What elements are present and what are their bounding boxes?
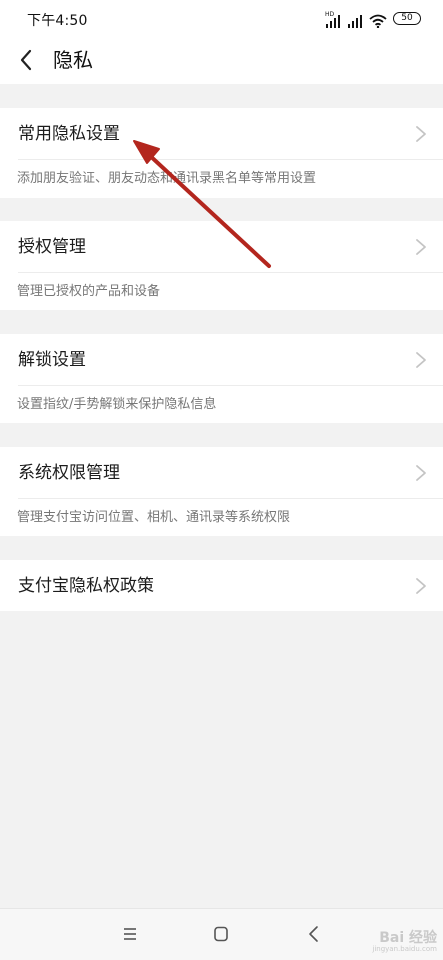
system-nav-bar: Bai 经验 jingyan.baidu.com	[0, 908, 443, 960]
setting-item-label: 常用隐私设置	[18, 124, 120, 144]
divider	[18, 385, 443, 386]
settings-card-system-permissions: 系统权限管理 管理支付宝访问位置、相机、通讯录等系统权限	[0, 447, 443, 536]
chevron-right-icon	[415, 351, 427, 369]
status-icons: HD 50	[325, 9, 421, 29]
watermark-url: jingyan.baidu.com	[372, 945, 437, 954]
setting-item-label: 授权管理	[18, 237, 86, 257]
settings-card-authorization: 授权管理 管理已授权的产品和设备	[0, 221, 443, 310]
authorization-management-item[interactable]: 授权管理	[0, 221, 443, 272]
signal-hd-icon: HD	[325, 11, 341, 28]
hd-label: HD	[325, 11, 335, 18]
settings-card-common-privacy: 常用隐私设置 添加朋友验证、朋友动态和通讯录黑名单等常用设置	[0, 108, 443, 198]
chevron-right-icon	[415, 125, 427, 143]
setting-item-label: 支付宝隐私权政策	[18, 576, 154, 596]
unlock-settings-item[interactable]: 解锁设置	[0, 334, 443, 385]
watermark-logo: Bai 经验	[379, 929, 437, 946]
divider	[18, 498, 443, 499]
status-bar: 下午4:50 HD 50	[0, 0, 443, 36]
setting-item-label: 解锁设置	[18, 350, 86, 370]
divider	[18, 272, 443, 273]
setting-item-description: 管理已授权的产品和设备	[17, 284, 161, 299]
chevron-right-icon	[415, 577, 427, 595]
signal-icon	[347, 13, 363, 28]
setting-item-description: 设置指纹/手势解锁来保护隐私信息	[17, 397, 217, 412]
menu-icon[interactable]	[119, 923, 141, 945]
chevron-left-icon[interactable]	[14, 46, 42, 74]
chevron-right-icon	[415, 464, 427, 482]
page-title: 隐私	[53, 48, 93, 72]
battery-icon: 50	[393, 12, 421, 25]
status-time: 下午4:50	[27, 13, 88, 29]
setting-item-description: 管理支付宝访问位置、相机、通讯录等系统权限	[17, 510, 291, 525]
wifi-icon	[369, 13, 387, 29]
home-icon[interactable]	[210, 923, 232, 945]
system-permission-management-item[interactable]: 系统权限管理	[0, 447, 443, 498]
chevron-right-icon	[415, 238, 427, 256]
settings-card-privacy-policy: 支付宝隐私权政策	[0, 560, 443, 611]
common-privacy-settings-item[interactable]: 常用隐私设置	[0, 108, 443, 159]
divider	[18, 159, 443, 160]
setting-item-description: 添加朋友验证、朋友动态和通讯录黑名单等常用设置	[17, 171, 317, 186]
baidu-jingyan-watermark: Bai 经验 jingyan.baidu.com	[372, 929, 437, 954]
settings-card-unlock: 解锁设置 设置指纹/手势解锁来保护隐私信息	[0, 334, 443, 423]
app-header: 隐私	[0, 36, 443, 84]
back-icon[interactable]	[303, 923, 325, 945]
setting-item-label: 系统权限管理	[18, 463, 120, 483]
alipay-privacy-policy-item[interactable]: 支付宝隐私权政策	[0, 560, 443, 611]
